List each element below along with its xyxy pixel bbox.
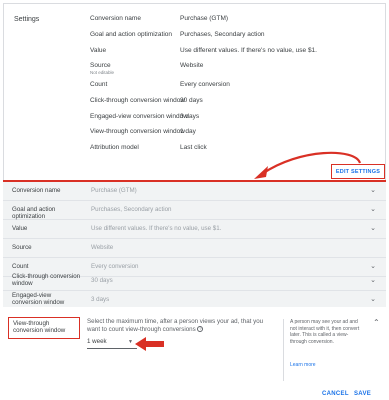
settings-key: Source Not editable: [90, 62, 114, 75]
settings-card: Settings Conversion name Purchase (GTM) …: [3, 3, 386, 181]
settings-row-conversion-name: Conversion name Purchase (GTM): [90, 15, 380, 27]
settings-title: Settings: [14, 16, 40, 23]
view-through-window-select[interactable]: 1 week ▼: [87, 338, 137, 349]
view-through-tip-text: A person may see your ad and not interac…: [290, 319, 360, 345]
edit-row-label: Click-through conversion window: [12, 273, 81, 287]
settings-key: Attribution model: [90, 144, 139, 151]
view-through-description: Select the maximum time, after a person …: [87, 318, 277, 333]
settings-key: Engaged-view conversion window: [90, 113, 188, 120]
settings-value: 3 days: [180, 113, 200, 120]
settings-value: Purchases, Secondary action: [180, 31, 265, 38]
settings-key: Count: [90, 81, 108, 88]
settings-value: Use different values. If there's no valu…: [180, 47, 317, 54]
edit-row-label: Engaged-view conversion window: [12, 292, 65, 306]
learn-more-link[interactable]: Learn more: [290, 362, 316, 369]
edit-row-conversion-name[interactable]: Conversion name Purchase (GTM) ⌄: [3, 182, 386, 201]
edit-row-value: Website: [91, 244, 114, 251]
view-through-selected-value: 1 week: [87, 338, 107, 345]
settings-row-attribution: Attribution model Last click: [90, 144, 380, 156]
edit-row-value: 3 days: [91, 296, 110, 303]
edit-settings-button[interactable]: EDIT SETTINGS: [331, 164, 385, 179]
help-icon[interactable]: ?: [197, 325, 204, 332]
settings-key: View-through conversion window: [90, 128, 185, 135]
settings-value: 30 days: [180, 97, 203, 104]
cancel-button[interactable]: CANCEL: [322, 391, 349, 397]
edit-row-value: Purchase (GTM): [91, 187, 137, 194]
settings-key: Click-through conversion window: [90, 97, 186, 104]
dropdown-arrow-icon: ▼: [128, 339, 133, 345]
settings-row-goal: Goal and action optimization Purchases, …: [90, 31, 380, 43]
edit-settings-panel: Conversion name Purchase (GTM) ⌄ Goal an…: [3, 180, 386, 307]
edit-row-click-through[interactable]: Click-through conversion window 30 days …: [3, 269, 386, 291]
chevron-down-icon[interactable]: ⌄: [370, 295, 376, 303]
edit-row-label: Source: [12, 244, 32, 251]
edit-row-value: Purchases, Secondary action: [91, 206, 172, 213]
edit-row-goal[interactable]: Goal and action optimization Purchases, …: [3, 201, 386, 220]
settings-value: Last click: [180, 144, 207, 151]
view-through-label: View-through conversion window: [8, 317, 80, 339]
view-through-window-section: View-through conversion window Select th…: [3, 309, 386, 384]
settings-value: 1 day: [180, 128, 196, 135]
view-through-description-text: Select the maximum time, after a person …: [87, 318, 264, 333]
settings-value: Website: [180, 62, 204, 69]
edit-row-label: Conversion name: [12, 187, 61, 194]
edit-row-label: Value: [12, 225, 28, 232]
edit-row-label: Goal and action optimization: [12, 206, 56, 220]
settings-key: Goal and action optimization: [90, 31, 173, 38]
edit-row-value[interactable]: Value Use different values. If there's n…: [3, 220, 386, 239]
chevron-down-icon[interactable]: ⌄: [370, 276, 376, 284]
settings-row-engaged-view: Engaged-view conversion window 3 days: [90, 113, 380, 125]
settings-row-view-through: View-through conversion window 1 day: [90, 128, 380, 140]
settings-row-count: Count Every conversion: [90, 81, 380, 93]
chevron-down-icon[interactable]: ⌄: [370, 186, 376, 194]
view-through-tip: A person may see your ad and not interac…: [283, 319, 362, 381]
chevron-down-icon[interactable]: ⌄: [370, 205, 376, 213]
settings-row-source: Source Not editable Website: [90, 62, 380, 77]
settings-row-value: Value Use different values. If there's n…: [90, 47, 380, 59]
settings-key-label: Source: [90, 62, 111, 69]
edit-row-value: 30 days: [91, 277, 113, 284]
settings-value: Purchase (GTM): [180, 15, 229, 22]
settings-key: Conversion name: [90, 15, 141, 22]
settings-row-click-through: Click-through conversion window 30 days: [90, 97, 380, 109]
chevron-down-icon[interactable]: ⌄: [370, 224, 376, 232]
edit-row-engaged-view[interactable]: Engaged-view conversion window 3 days ⌄: [3, 289, 386, 309]
settings-value: Every conversion: [180, 81, 230, 88]
edit-row-value: Use different values. If there's no valu…: [91, 225, 222, 232]
not-editable-note: Not editable: [90, 70, 115, 75]
chevron-up-icon[interactable]: ⌃: [373, 318, 380, 327]
save-button[interactable]: SAVE: [354, 391, 371, 397]
edit-row-source: Source Website: [3, 239, 386, 258]
settings-key: Value: [90, 47, 107, 54]
